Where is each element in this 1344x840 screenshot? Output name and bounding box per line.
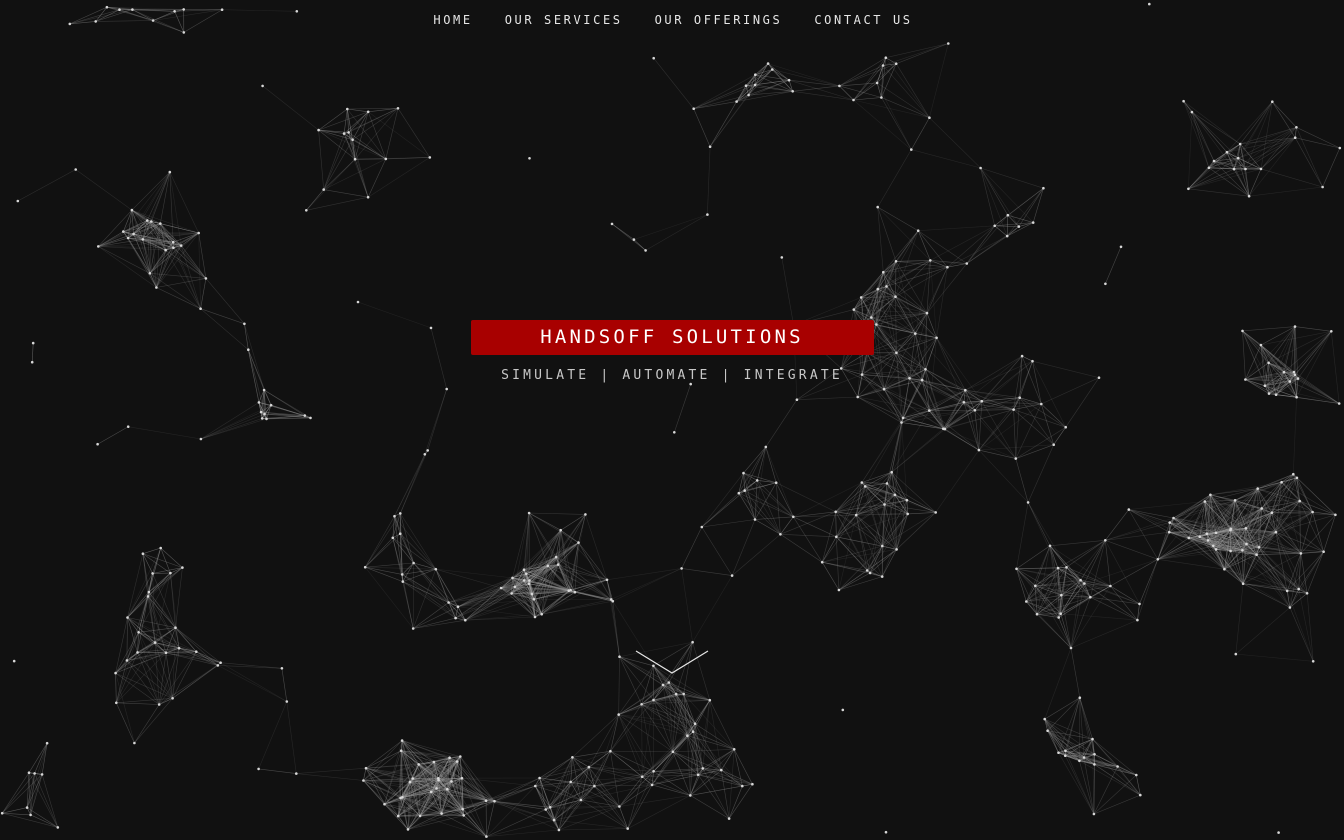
chevron-down-icon[interactable] xyxy=(635,650,709,674)
tagline: SIMULATE | AUTOMATE | INTEGRATE xyxy=(501,368,843,383)
network-links xyxy=(1,6,1341,837)
nav-our-offerings[interactable]: OUR OFFERINGS xyxy=(655,13,783,27)
network-nodes xyxy=(0,2,1342,838)
nav-contact-us[interactable]: CONTACT US xyxy=(814,13,912,27)
nav-home[interactable]: HOME xyxy=(433,13,472,27)
particle-network-background xyxy=(0,2,1342,838)
nav-our-services[interactable]: OUR SERVICES xyxy=(505,13,623,27)
main-nav: HOME OUR SERVICES OUR OFFERINGS CONTACT … xyxy=(0,13,1344,27)
hero: HANDSOFF SOLUTIONS SIMULATE | AUTOMATE |… xyxy=(0,320,1344,383)
brand-title: HANDSOFF SOLUTIONS xyxy=(470,320,874,355)
